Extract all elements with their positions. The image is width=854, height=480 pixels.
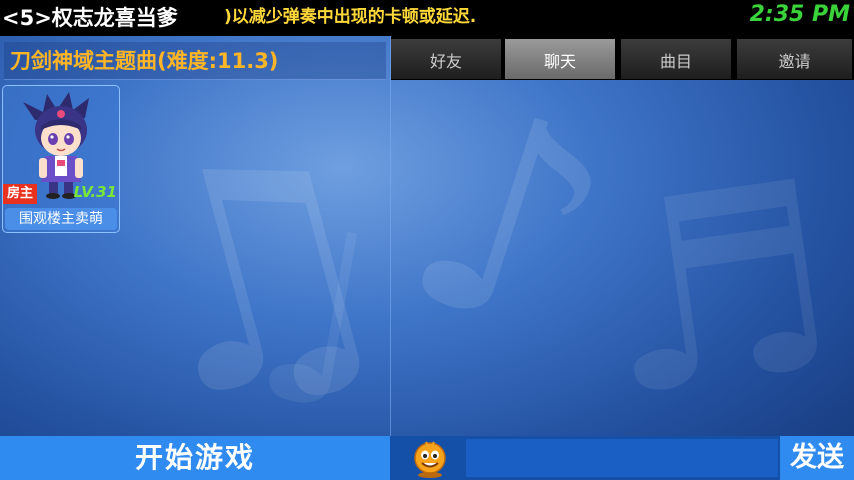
host-badge: 房主 — [3, 184, 37, 204]
chat-input[interactable] — [466, 439, 778, 477]
start-game-button[interactable]: 开始游戏 — [0, 436, 390, 480]
marquee-announcement: )以减少弹奏中出现的卡顿或延迟. — [224, 7, 477, 27]
tab-invite[interactable]: 邀请 — [737, 39, 854, 79]
room-panel: 刀剑神域主题曲(难度:11.3) 房主 LV.31 围观楼主卖萌 — [0, 36, 391, 436]
clock: 2:35 PM — [749, 2, 850, 27]
tab-chat[interactable]: 聊天 — [505, 39, 617, 79]
song-title[interactable]: 刀剑神域主题曲(难度:11.3) — [4, 42, 386, 80]
player-level: LV.31 — [73, 183, 117, 201]
chat-message-area[interactable] — [391, 80, 854, 436]
tab-bar: 好友 聊天 曲目 邀请 — [391, 36, 854, 80]
top-bar: )以减少弹奏中出现的卡顿或延迟. <5>权志龙喜当爹 2:35 PM — [0, 0, 854, 36]
player-name: 围观楼主卖萌 — [5, 208, 117, 230]
player-card[interactable]: 房主 LV.31 围观楼主卖萌 — [2, 85, 120, 233]
chat-input-bar: 发送 — [390, 436, 854, 480]
tab-friends[interactable]: 好友 — [391, 39, 503, 79]
send-button[interactable]: 发送 — [780, 436, 854, 480]
tab-songs[interactable]: 曲目 — [621, 39, 733, 79]
smiley-face-icon[interactable] — [410, 438, 450, 478]
room-title: <5>权志龙喜当爹 — [2, 2, 184, 34]
